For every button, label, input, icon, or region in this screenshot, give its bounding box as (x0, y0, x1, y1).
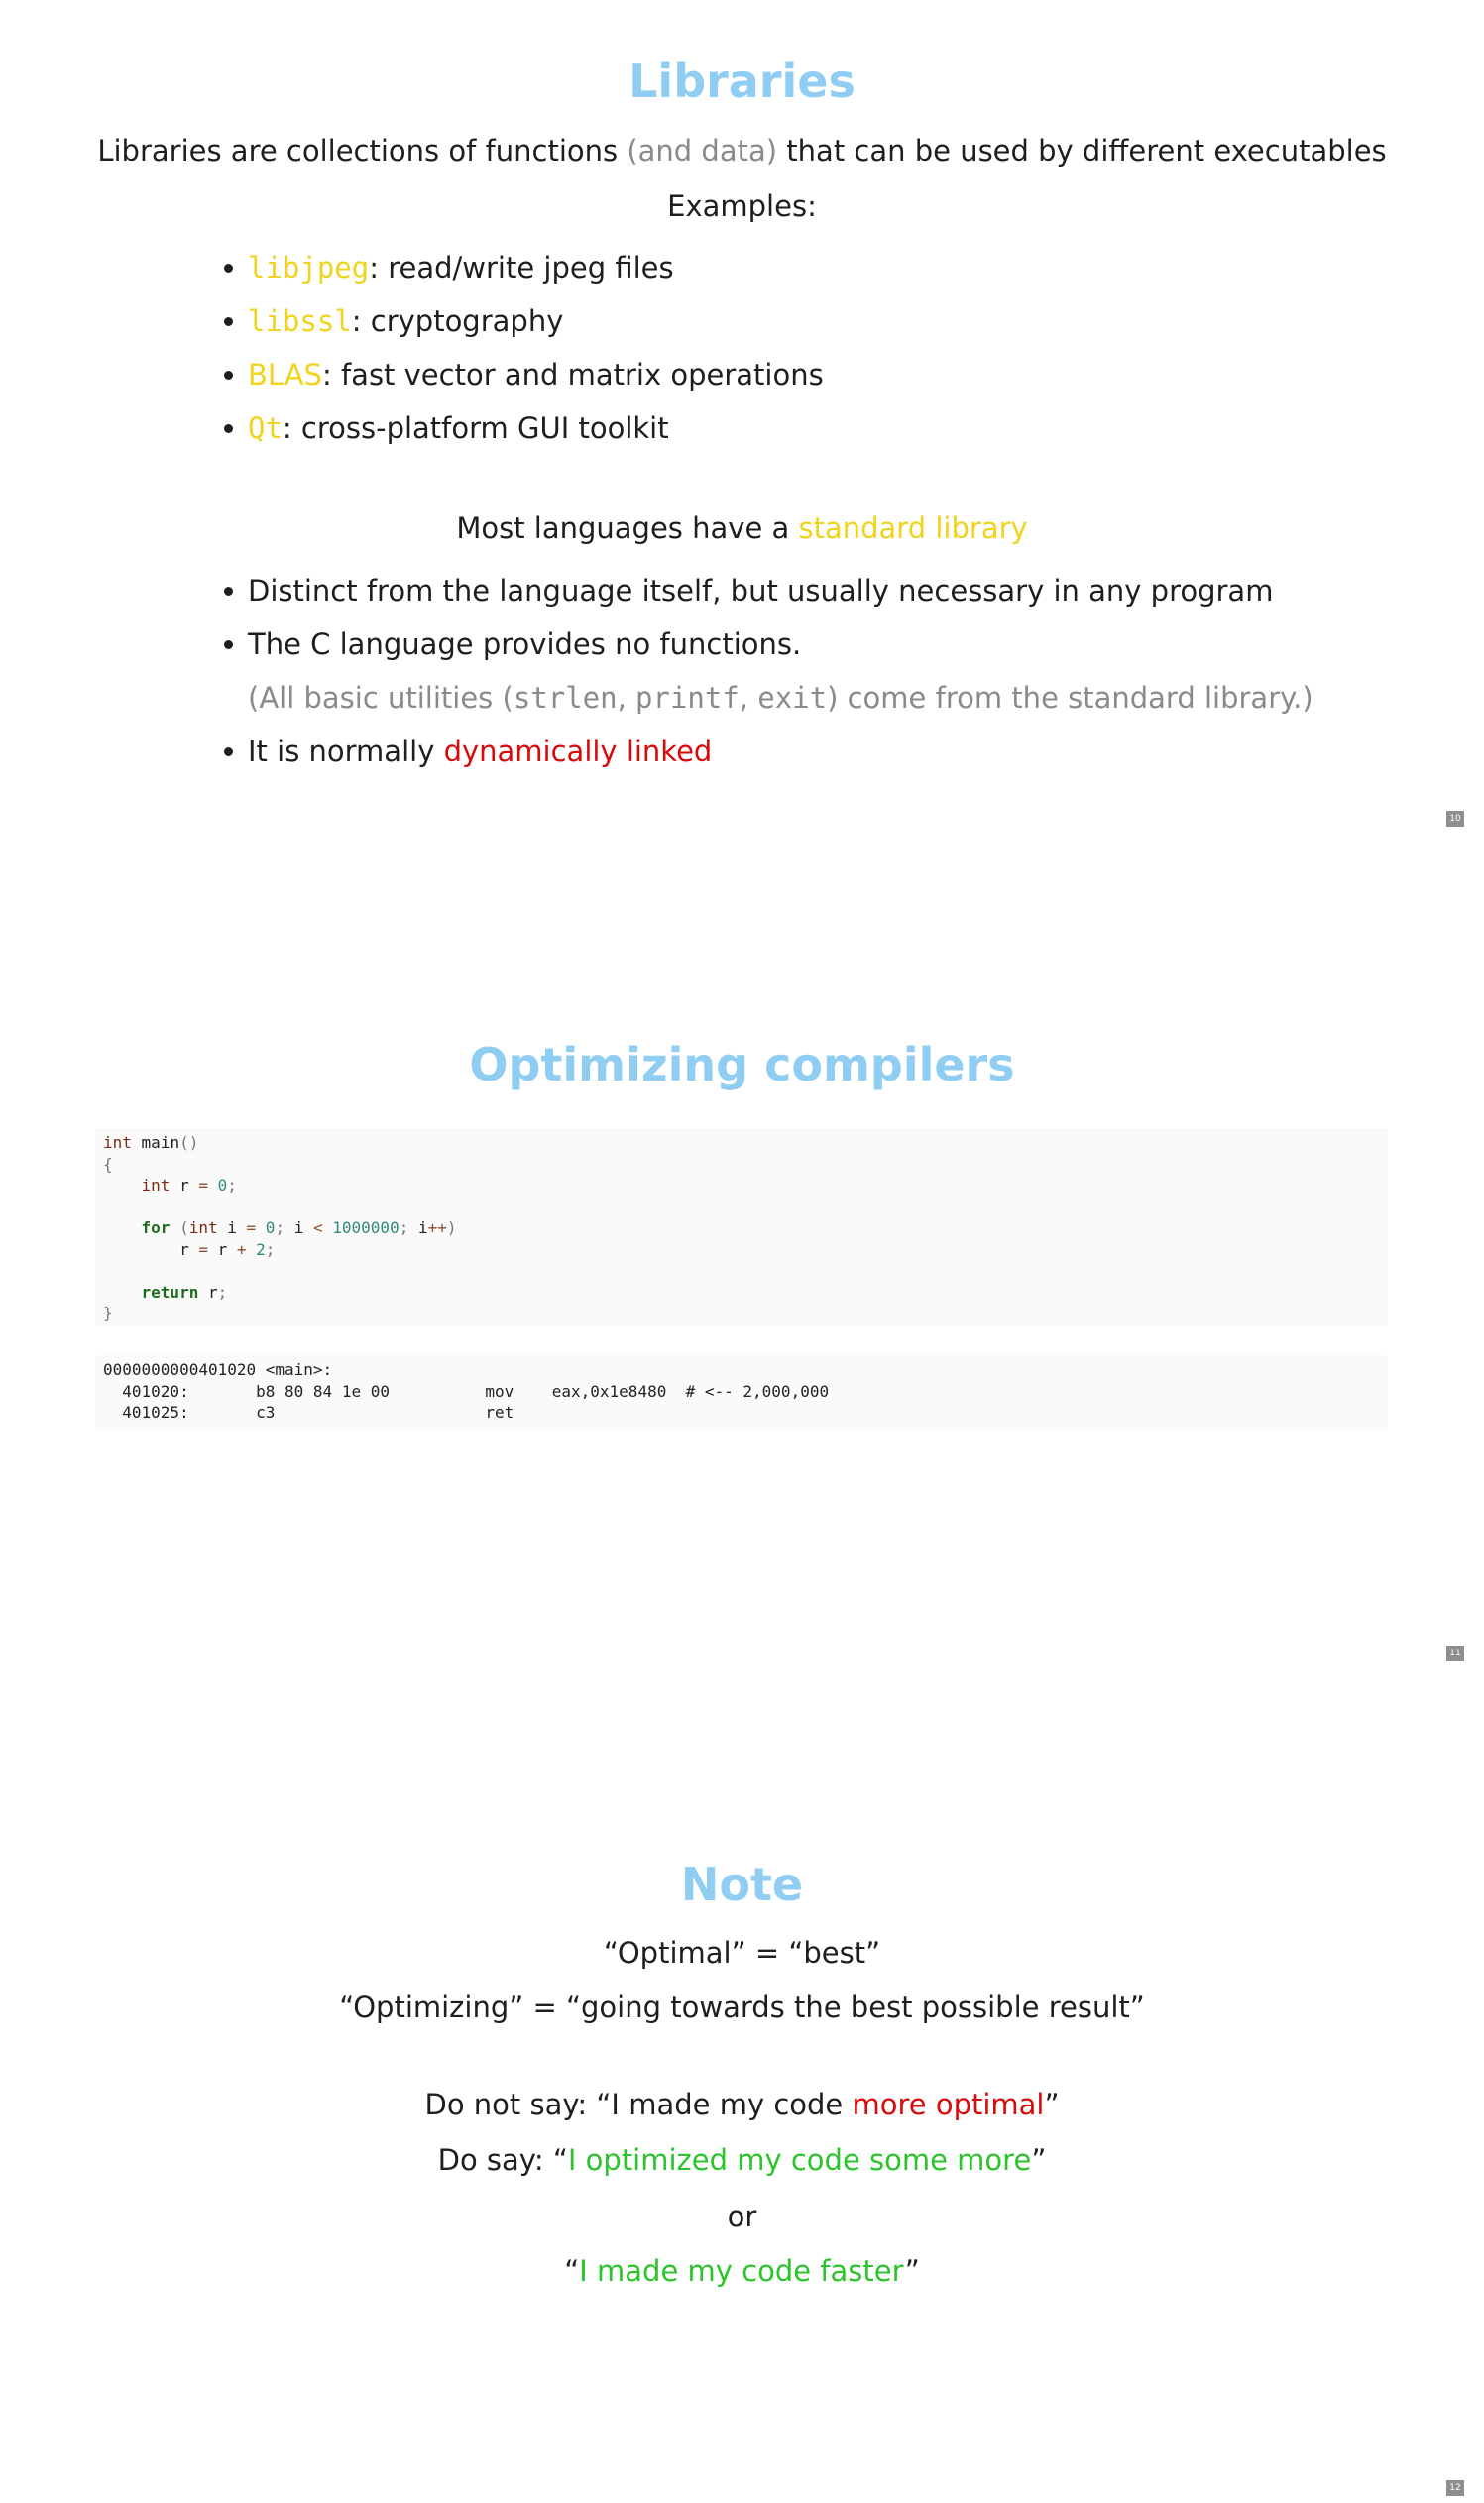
list-item: BLAS: fast vector and matrix operations (220, 357, 824, 410)
library-name: BLAS (248, 358, 322, 392)
slide-note: Note “Optimal” = “best” “Optimizing” = “… (0, 1669, 1484, 2502)
line-text: “ (564, 2254, 580, 2288)
alternative-line: “I made my code faster” (0, 2253, 1484, 2289)
or-line: or (727, 2200, 757, 2233)
do-not-say-line: Do not say: “I made my code more optimal… (0, 2087, 1484, 2122)
point-text: Distinct from the language itself, but u… (248, 574, 1274, 608)
library-name: libssl (248, 304, 352, 338)
stdlib-points: Distinct from the language itself, but u… (220, 573, 1313, 787)
slide-title: Note (680, 1858, 804, 1911)
note-sep: , (617, 681, 636, 715)
line-text: ” (904, 2254, 920, 2288)
page-number: 10 (1446, 811, 1464, 827)
note-sep: , (739, 681, 758, 715)
line-highlight: I optimized my code some more (567, 2143, 1032, 2177)
library-name: libjpeg (248, 251, 370, 284)
fn-name: exit (757, 681, 828, 715)
code-line: 401025: c3 ret (103, 1403, 514, 1422)
library-desc: : cryptography (351, 304, 564, 338)
library-desc: : read/write jpeg files (369, 251, 674, 284)
code-line: int r = 0; (141, 1176, 237, 1195)
definition-optimizing: “Optimizing” = “going towards the best p… (339, 1991, 1145, 2024)
library-desc: : cross-platform GUI toolkit (282, 411, 669, 445)
code-line: r = r + 2; (179, 1239, 276, 1259)
source-code-block: int main() { int r = 0; for (int i = 0; i… (96, 1129, 1387, 1325)
code-line: 401020: b8 80 84 1e 00 mov eax,0x1e8480 … (103, 1381, 830, 1401)
line-highlight: I made my code faster (579, 2254, 905, 2288)
point-text: The C language provides no functions. (248, 627, 802, 661)
intro-line: Libraries are collections of functions (… (0, 133, 1484, 169)
slide-libraries: Libraries Libraries are collections of f… (0, 0, 1484, 833)
list-item-note: (All basic utilities (strlen, printf, ex… (220, 680, 1313, 734)
list-item: It is normally dynamically linked (220, 734, 1313, 787)
code-line: return r; (141, 1282, 228, 1302)
code-line: 0000000000401020 <main>: (103, 1360, 333, 1379)
intro-text-before: Libraries are collections of functions (97, 134, 628, 168)
line-text: ” (1044, 2088, 1060, 2121)
list-item: Qt: cross-platform GUI toolkit (220, 410, 824, 464)
slide-optimizing-compilers: Optimizing compilers int main() { int r =… (0, 835, 1484, 1667)
line-text: ” (1031, 2143, 1047, 2177)
line-text: Do say: “ (437, 2143, 568, 2177)
code-line: int main() (103, 1133, 199, 1152)
slide-title: Optimizing compilers (469, 1038, 1015, 1091)
library-desc: : fast vector and matrix operations (321, 358, 824, 392)
list-item: Distinct from the language itself, but u… (220, 573, 1313, 626)
line-highlight: more optimal (852, 2088, 1045, 2121)
examples-label: Examples: (667, 189, 817, 223)
intro-text-after: that can be used by different executable… (777, 134, 1387, 168)
examples-list: libjpeg: read/write jpeg files libssl: c… (220, 250, 824, 464)
list-item: The C language provides no functions. (220, 626, 1313, 680)
stdlib-text: Most languages have a (456, 512, 799, 545)
definition-optimal: “Optimal” = “best” (603, 1936, 881, 1970)
fn-name: printf (635, 681, 740, 715)
line-text: Do not say: “I made my code (424, 2088, 853, 2121)
fn-name: strlen (513, 681, 618, 715)
stdlib-highlight: standard library (798, 512, 1028, 545)
point-highlight: dynamically linked (443, 735, 713, 768)
page-number: 11 (1446, 1646, 1464, 1661)
slide-title: Libraries (628, 55, 856, 108)
stdlib-line: Most languages have a standard library (0, 511, 1484, 546)
note-text: ) come from the standard library.) (827, 681, 1313, 715)
list-item: libssl: cryptography (220, 303, 824, 357)
point-text: It is normally (248, 735, 444, 768)
note-text: (All basic utilities ( (248, 681, 514, 715)
page-number: 12 (1446, 2480, 1464, 2496)
intro-muted: (and data) (627, 134, 778, 168)
code-line: for (int i = 0; i < 1000000; i++) (141, 1218, 457, 1237)
list-item: libjpeg: read/write jpeg files (220, 250, 824, 303)
code-line: { (103, 1154, 113, 1174)
library-name: Qt (248, 411, 283, 445)
code-line: } (103, 1304, 113, 1322)
do-say-line: Do say: “I optimized my code some more” (0, 2142, 1484, 2178)
disassembly-block: 0000000000401020 <main>: 401020: b8 80 8… (96, 1356, 1387, 1429)
